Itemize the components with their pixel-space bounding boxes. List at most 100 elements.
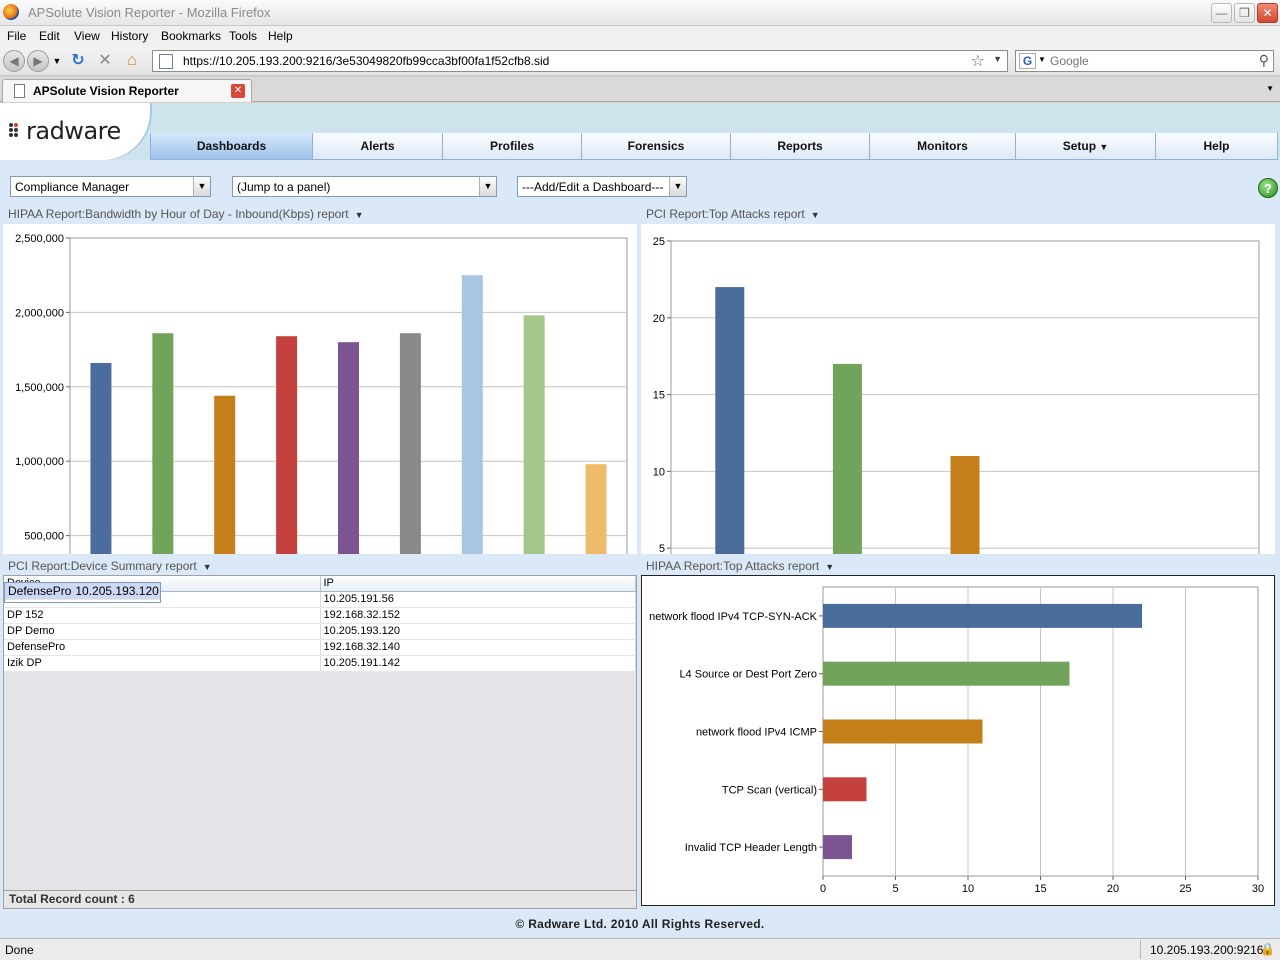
back-icon[interactable]: ◀: [3, 50, 25, 72]
y-tick-label: 1,500,000: [15, 382, 64, 394]
pci-top-attacks-chart: 0510152025network flood IPv4 TCP-SYN-ACK…: [646, 236, 1267, 646]
chevron-down-icon[interactable]: ▼: [203, 562, 212, 572]
pci-top-attacks-panel: 0510152025network flood IPv4 TCP-SYN-ACK…: [641, 224, 1275, 646]
y-tick-label: 500,000: [24, 531, 64, 543]
table-row[interactable]: DP 152 192.168.32.152: [4, 607, 636, 624]
y-tick-label: TCP Scan (vertical): [722, 784, 817, 796]
firefox-icon: [3, 4, 19, 20]
google-icon[interactable]: G: [1019, 53, 1036, 69]
nav-help[interactable]: Help: [1155, 133, 1278, 160]
url-input[interactable]: [183, 53, 953, 69]
page-icon: [14, 84, 25, 98]
bar: [399, 333, 421, 610]
status-host: 10.205.193.200:9216: [1140, 940, 1272, 959]
cell-device: DefensePro: [4, 639, 321, 656]
panel-title-text: PCI Report:Device Summary report: [8, 559, 197, 573]
menu-file[interactable]: File: [7, 29, 26, 43]
chevron-down-icon[interactable]: ▼: [669, 177, 686, 196]
chevron-down-icon[interactable]: ▼: [825, 562, 834, 572]
hipaa-top-attacks-panel: 0 5 10 15 20 25 30 network flood IPv4 TCP-SYN-A…: [641, 575, 1275, 906]
device-summary-table: Device IP DefensePro10.205.191.56DP 1521…: [3, 575, 637, 891]
nav-profiles[interactable]: Profiles: [442, 133, 581, 160]
bar: [823, 777, 867, 802]
cell-device: Izik DP: [4, 655, 321, 672]
panel-title-bandwidth[interactable]: HIPAA Report:Bandwidth by Hour of Day - …: [8, 207, 364, 223]
help-icon[interactable]: ?: [1258, 178, 1278, 198]
dashboard-select-value: Compliance Manager: [15, 180, 130, 194]
tab-label: APSolute Vision Reporter: [33, 84, 179, 98]
table-row[interactable]: DefensePro 10.205.193.120: [4, 582, 161, 603]
browser-tab[interactable]: APSolute Vision Reporter ✕: [2, 79, 252, 102]
y-tick-label: 10: [653, 466, 665, 478]
panel-title-pci-top-attacks[interactable]: PCI Report:Top Attacks report ▼: [646, 207, 820, 223]
cell-ip: 10.205.193.120: [71, 583, 160, 600]
nav-alerts[interactable]: Alerts: [312, 133, 442, 160]
search-input[interactable]: [1050, 53, 1250, 69]
x-tick-label: 10: [962, 883, 974, 895]
menu-view[interactable]: View: [74, 29, 100, 43]
nav-dashboards[interactable]: Dashboards: [150, 133, 312, 160]
menu-edit[interactable]: Edit: [39, 29, 60, 43]
panel-title-hipaa-top-attacks[interactable]: HIPAA Report:Top Attacks report ▼: [646, 559, 834, 575]
chevron-down-icon[interactable]: ▼: [479, 177, 496, 196]
y-tick-label: 20: [653, 313, 665, 325]
menu-help[interactable]: Help: [268, 29, 293, 43]
reload-icon[interactable]: ↻: [69, 52, 87, 70]
jump-panel-select[interactable]: (Jump to a panel) ▼: [232, 176, 497, 197]
url-bar[interactable]: ☆ ▼: [152, 50, 1008, 72]
stop-icon[interactable]: ✕: [96, 52, 114, 70]
menu-bookmarks[interactable]: Bookmarks: [161, 29, 221, 43]
navigation-toolbar: ◀ ▶ ▼ ↻ ✕ ⌂ ☆ ▼ G ▼ ⚲: [0, 46, 1280, 76]
history-dropdown-icon[interactable]: ▼: [48, 52, 66, 70]
menu-tools[interactable]: Tools: [229, 29, 257, 43]
bar: [152, 333, 174, 610]
y-tick-label: network flood IPv4 TCP-SYN-ACK: [649, 611, 818, 623]
chevron-down-icon[interactable]: ▼: [811, 210, 820, 220]
menu-history[interactable]: History: [111, 29, 148, 43]
y-tick-label: 2,000,000: [15, 307, 64, 319]
chevron-down-icon[interactable]: ▼: [355, 210, 364, 220]
y-tick-label: Invalid TCP Header Length: [685, 842, 817, 854]
nav-monitors[interactable]: Monitors: [869, 133, 1015, 160]
maximize-button[interactable]: ❐: [1234, 3, 1255, 23]
x-tick-label: 15: [1034, 883, 1046, 895]
bandwidth-chart: 0500,0001,000,0001,500,0002,000,0002,500…: [15, 233, 628, 644]
y-tick-label: 2,500,000: [15, 233, 64, 245]
bar: [832, 363, 862, 625]
add-edit-dashboard-select[interactable]: ---Add/Edit a Dashboard--- ▼: [517, 176, 687, 197]
bar: [461, 275, 483, 610]
cell-device: DP Demo: [4, 623, 321, 640]
bandwidth-chart-panel: 0500,0001,000,0001,500,0002,000,0002,500…: [3, 224, 637, 644]
y-tick-label: 25: [653, 236, 665, 248]
close-tab-icon[interactable]: ✕: [231, 84, 245, 98]
chevron-down-icon[interactable]: ▼: [193, 177, 210, 196]
url-dropdown-icon[interactable]: ▼: [993, 54, 1002, 64]
search-engine-dropdown-icon[interactable]: ▼: [1038, 55, 1046, 64]
tab-list-icon[interactable]: ▼: [1266, 84, 1274, 93]
lock-icon: 🔒: [1260, 942, 1275, 956]
minimize-button[interactable]: —: [1211, 3, 1232, 23]
table-row[interactable]: DP Demo 10.205.193.120: [4, 623, 636, 640]
home-icon[interactable]: ⌂: [123, 52, 141, 70]
bar: [90, 362, 112, 610]
nav-forensics[interactable]: Forensics: [581, 133, 730, 160]
bar: [276, 336, 298, 610]
cell-ip: 10.205.191.56: [320, 591, 636, 608]
table-row[interactable]: DefensePro 192.168.32.140: [4, 639, 636, 656]
close-window-button[interactable]: ✕: [1257, 3, 1278, 23]
column-header-ip[interactable]: IP: [320, 576, 636, 592]
search-bar[interactable]: G ▼ ⚲: [1015, 50, 1274, 72]
tab-bar: APSolute Vision Reporter ✕ ▼: [0, 77, 1280, 102]
nav-setup[interactable]: Setup ▼: [1015, 133, 1155, 160]
dashboard-select[interactable]: Compliance Manager ▼: [10, 176, 211, 197]
y-tick-label: L4 Source or Dest Port Zero: [679, 669, 817, 681]
table-row[interactable]: Izik DP 10.205.191.142: [4, 655, 636, 672]
bar: [523, 315, 545, 610]
forward-icon[interactable]: ▶: [27, 50, 49, 72]
bookmark-star-icon[interactable]: ☆: [971, 51, 985, 71]
bar: [950, 456, 980, 625]
cell-ip: 10.205.193.120: [320, 623, 636, 640]
panel-title-device-summary[interactable]: PCI Report:Device Summary report ▼: [8, 559, 212, 575]
nav-reports[interactable]: Reports: [730, 133, 869, 160]
search-icon[interactable]: ⚲: [1259, 52, 1269, 69]
